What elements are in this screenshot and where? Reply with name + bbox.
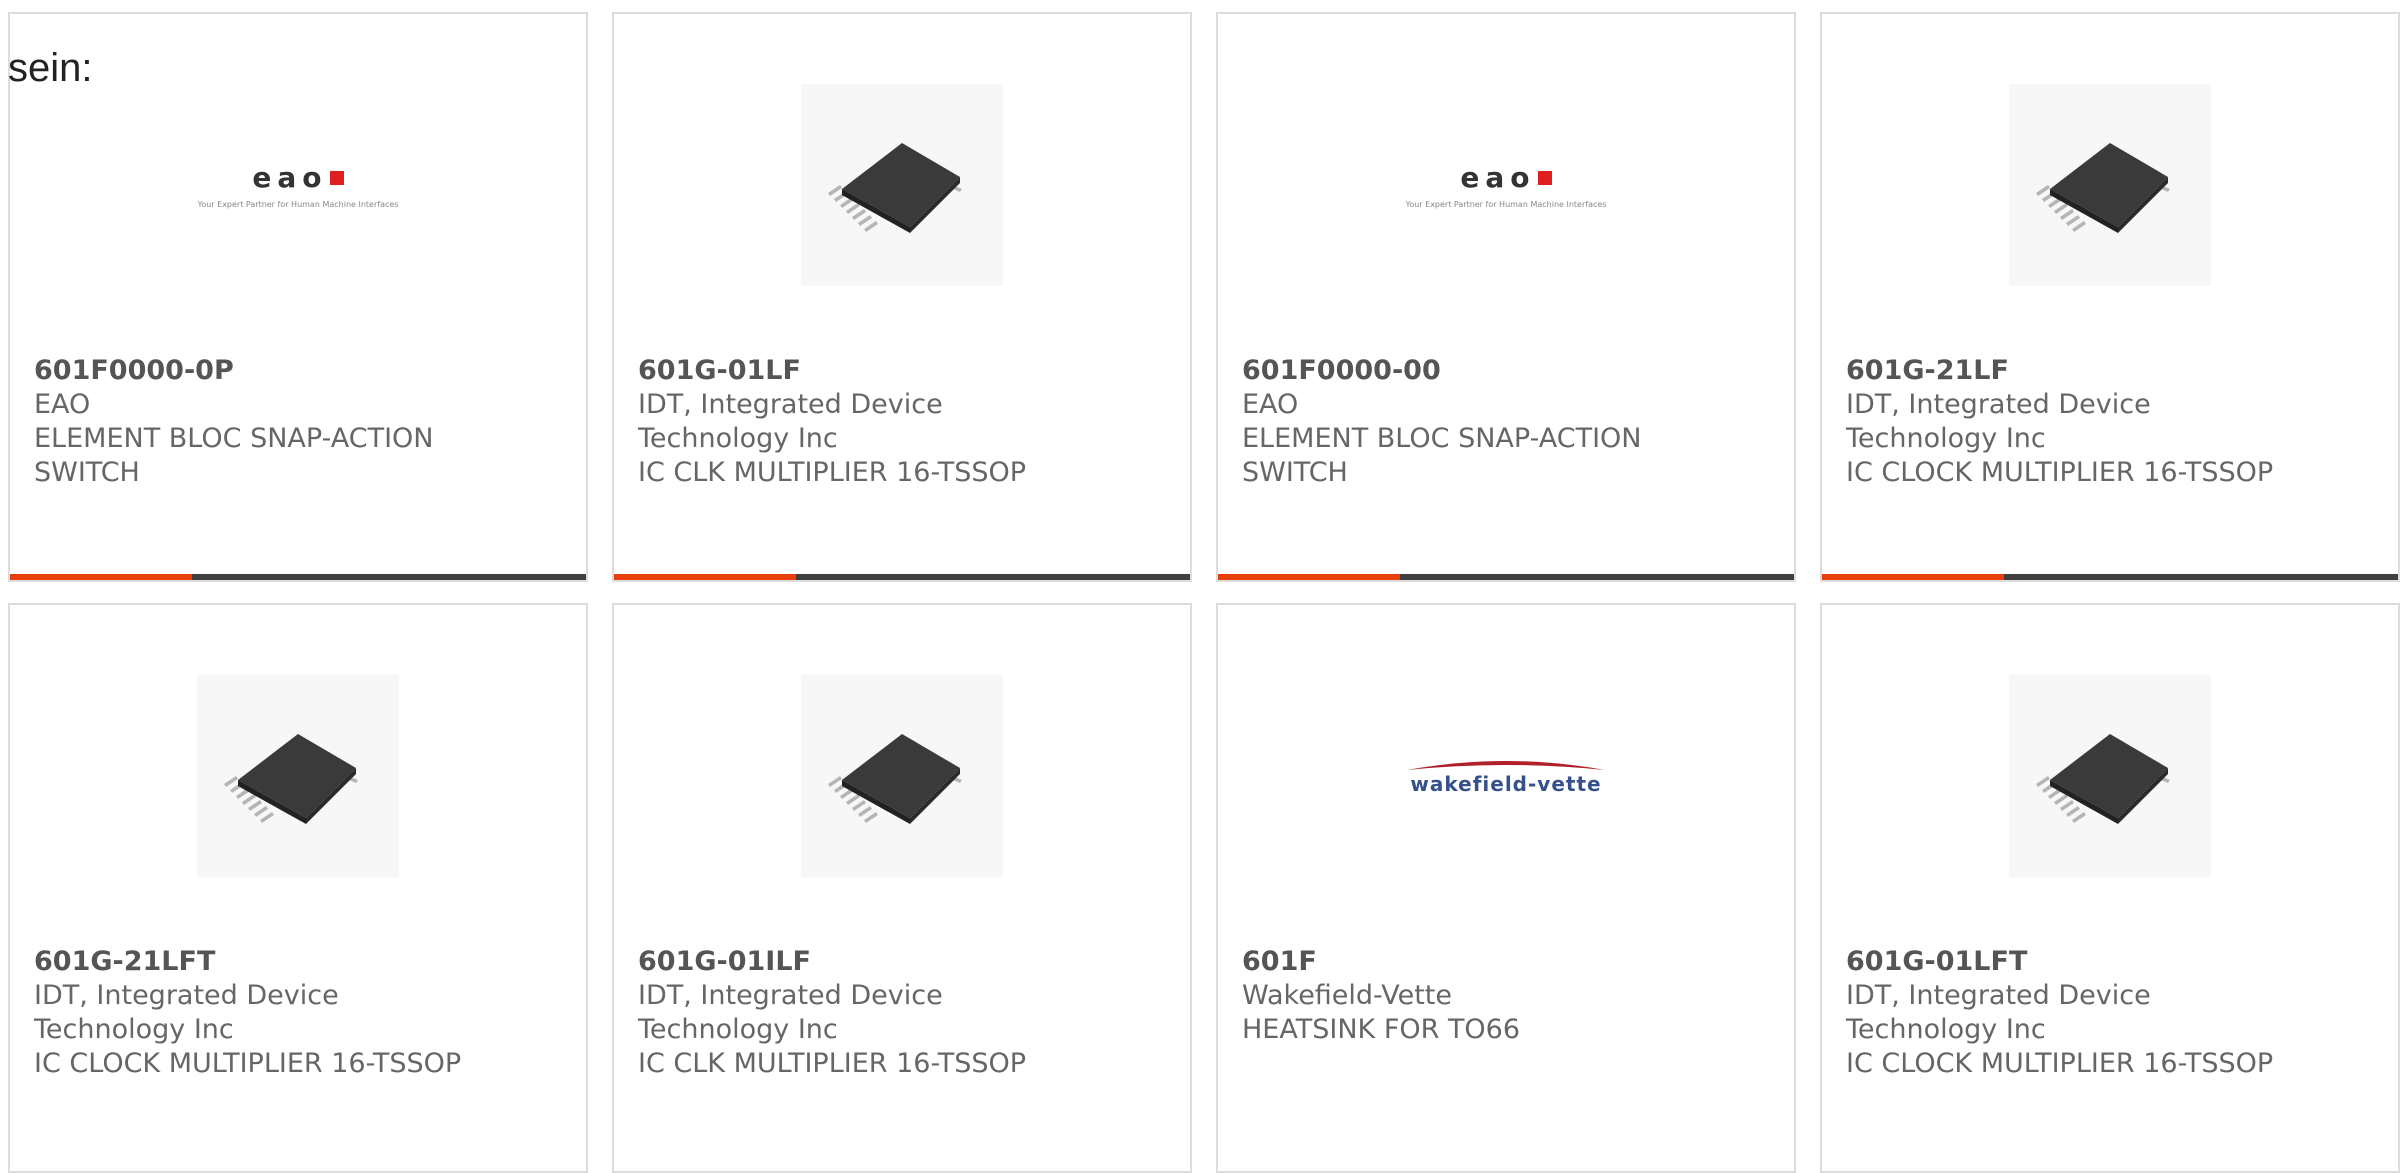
product-image[interactable]: wakefield-vette bbox=[1405, 675, 1607, 877]
card-bottom-bar-accent bbox=[1218, 574, 1400, 580]
card-bottom-bar-accent bbox=[10, 574, 192, 580]
product-info: 601F0000-0P EAO ELEMENT BLOC SNAP-ACTION… bbox=[34, 354, 562, 490]
part-number[interactable]: 601F0000-00 bbox=[1242, 354, 1770, 388]
manufacturer: IDT, Integrated Device bbox=[638, 980, 943, 1011]
wakefield-swoosh-icon bbox=[1407, 761, 1605, 770]
manufacturer: Technology Inc bbox=[34, 1014, 234, 1045]
wakefield-logo-mark: wakefield-vette bbox=[1410, 772, 1602, 796]
manufacturer: Technology Inc bbox=[1846, 1014, 2046, 1045]
part-number[interactable]: 601F bbox=[1242, 945, 1770, 979]
product-card[interactable]: 601G-01LFT IDT, Integrated Device Techno… bbox=[1820, 603, 2400, 1173]
description: IC CLOCK MULTIPLIER 16-TSSOP bbox=[34, 1048, 462, 1079]
tssop-chip-icon bbox=[2036, 734, 2170, 824]
product-card[interactable]: 601G-01LF IDT, Integrated Device Technol… bbox=[612, 12, 1192, 582]
eao-logo-tagline: Your Expert Partner for Human Machine In… bbox=[197, 200, 399, 209]
product-card[interactable]: eao Your Expert Partner for Human Machin… bbox=[1216, 12, 1796, 582]
tssop-chip-icon bbox=[828, 143, 962, 233]
description: ELEMENT BLOC SNAP-ACTION bbox=[1242, 423, 1642, 454]
eao-logo-mark: eao bbox=[1460, 161, 1536, 194]
manufacturer: Technology Inc bbox=[638, 1014, 838, 1045]
product-info: 601F Wakefield-Vette HEATSINK FOR TO66 bbox=[1242, 945, 1770, 1047]
product-info: 601G-21LFT IDT, Integrated Device Techno… bbox=[34, 945, 562, 1081]
product-image[interactable] bbox=[197, 675, 399, 877]
part-number[interactable]: 601G-21LF bbox=[1846, 354, 2374, 388]
tssop-chip-icon bbox=[2036, 143, 2170, 233]
product-image[interactable] bbox=[2009, 84, 2211, 286]
part-number[interactable]: 601G-21LFT bbox=[34, 945, 562, 979]
part-number[interactable]: 601G-01ILF bbox=[638, 945, 1166, 979]
manufacturer: EAO bbox=[34, 389, 91, 420]
description: IC CLK MULTIPLIER 16-TSSOP bbox=[638, 1048, 1027, 1079]
manufacturer: IDT, Integrated Device bbox=[1846, 980, 2151, 1011]
part-number[interactable]: 601G-01LFT bbox=[1846, 945, 2374, 979]
eao-logo: eao Your Expert Partner for Human Machin… bbox=[1406, 161, 1607, 209]
manufacturer: Technology Inc bbox=[1846, 423, 2046, 454]
description: IC CLK MULTIPLIER 16-TSSOP bbox=[638, 457, 1027, 488]
product-info: 601G-01ILF IDT, Integrated Device Techno… bbox=[638, 945, 1166, 1081]
product-card[interactable]: 601G-21LF IDT, Integrated Device Technol… bbox=[1820, 12, 2400, 582]
tssop-chip-icon bbox=[828, 734, 962, 824]
manufacturer: IDT, Integrated Device bbox=[1846, 389, 2151, 420]
eao-logo-mark: eao bbox=[252, 161, 328, 194]
product-card[interactable]: 601G-01ILF IDT, Integrated Device Techno… bbox=[612, 603, 1192, 1173]
product-info: 601G-01LF IDT, Integrated Device Technol… bbox=[638, 354, 1166, 490]
card-bottom-bar bbox=[1218, 574, 1794, 580]
card-bottom-bar-accent bbox=[1822, 574, 2004, 580]
card-bottom-bar bbox=[614, 574, 1190, 580]
manufacturer: IDT, Integrated Device bbox=[638, 389, 943, 420]
intro-text: sein: bbox=[8, 46, 93, 90]
card-bottom-bar-accent bbox=[614, 574, 796, 580]
product-card[interactable]: 601G-21LFT IDT, Integrated Device Techno… bbox=[8, 603, 588, 1173]
manufacturer: Technology Inc bbox=[638, 423, 838, 454]
description: HEATSINK FOR TO66 bbox=[1242, 1014, 1521, 1045]
description: IC CLOCK MULTIPLIER 16-TSSOP bbox=[1846, 1048, 2274, 1079]
tssop-chip-icon bbox=[224, 734, 358, 824]
description: SWITCH bbox=[1242, 457, 1348, 488]
product-card[interactable]: wakefield-vette 601F Wakefield-Vette HEA… bbox=[1216, 603, 1796, 1173]
product-info: 601G-21LF IDT, Integrated Device Technol… bbox=[1846, 354, 2374, 490]
eao-logo: eao Your Expert Partner for Human Machin… bbox=[198, 161, 399, 209]
description: ELEMENT BLOC SNAP-ACTION bbox=[34, 423, 434, 454]
eao-red-square-icon bbox=[1537, 171, 1552, 185]
product-info: 601F0000-00 EAO ELEMENT BLOC SNAP-ACTION… bbox=[1242, 354, 1770, 490]
product-image[interactable]: eao Your Expert Partner for Human Machin… bbox=[197, 84, 399, 286]
product-grid: eao Your Expert Partner for Human Machin… bbox=[8, 12, 2400, 1173]
product-image[interactable] bbox=[801, 675, 1003, 877]
manufacturer: Wakefield-Vette bbox=[1242, 980, 1452, 1011]
product-image[interactable] bbox=[2009, 675, 2211, 877]
manufacturer: EAO bbox=[1242, 389, 1299, 420]
part-number[interactable]: 601F0000-0P bbox=[34, 354, 562, 388]
card-bottom-bar bbox=[1822, 574, 2398, 580]
product-image[interactable] bbox=[801, 84, 1003, 286]
manufacturer: IDT, Integrated Device bbox=[34, 980, 339, 1011]
product-image[interactable]: eao Your Expert Partner for Human Machin… bbox=[1405, 84, 1607, 286]
description: SWITCH bbox=[34, 457, 140, 488]
part-number[interactable]: 601G-01LF bbox=[638, 354, 1166, 388]
description: IC CLOCK MULTIPLIER 16-TSSOP bbox=[1846, 457, 2274, 488]
wakefield-vette-logo: wakefield-vette bbox=[1405, 756, 1607, 796]
card-bottom-bar bbox=[10, 574, 586, 580]
product-info: 601G-01LFT IDT, Integrated Device Techno… bbox=[1846, 945, 2374, 1081]
product-card[interactable]: eao Your Expert Partner for Human Machin… bbox=[8, 12, 588, 582]
eao-logo-tagline: Your Expert Partner for Human Machine In… bbox=[1405, 200, 1607, 209]
eao-red-square-icon bbox=[329, 171, 344, 185]
